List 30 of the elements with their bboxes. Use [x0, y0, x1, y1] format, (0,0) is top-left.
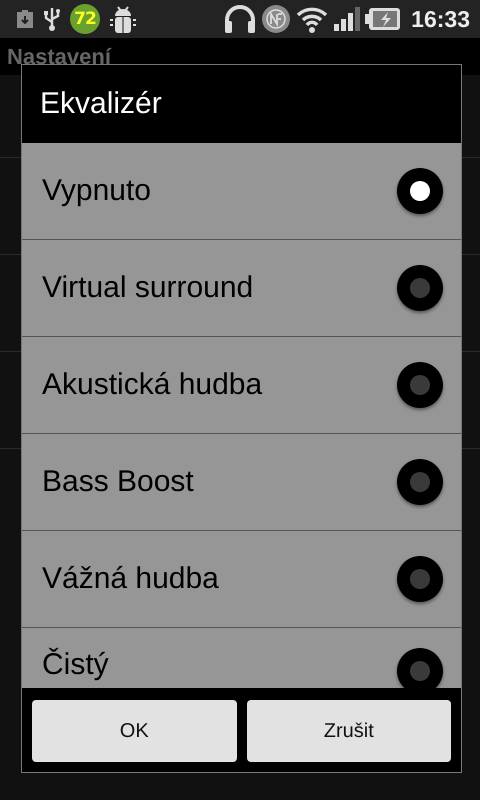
option-row[interactable]: Vážná hudba [22, 531, 461, 628]
signal-icon [333, 6, 362, 32]
badge: 72 [70, 4, 100, 34]
clock: 16:33 [411, 6, 470, 32]
radio-button[interactable] [397, 362, 443, 408]
radio-button[interactable] [397, 556, 443, 602]
option-row[interactable]: Vypnuto [22, 143, 461, 240]
radio-button[interactable] [397, 459, 443, 505]
dialog-title: Ekvalizér [40, 87, 162, 121]
option-row[interactable]: Akustická hudba [22, 337, 461, 434]
radio-button[interactable] [397, 648, 443, 688]
option-row[interactable]: Virtual surround [22, 240, 461, 337]
app-title: Nastavení [7, 44, 111, 70]
dialog-button[interactable]: OK [32, 700, 236, 762]
option-label: Bass Boost [42, 465, 194, 499]
usb-icon [42, 6, 62, 32]
headphones-icon [223, 4, 258, 34]
option-row[interactable]: Čistý [22, 628, 461, 688]
battery-icon [365, 7, 402, 31]
nfc-icon [261, 4, 292, 34]
radio-button[interactable] [397, 168, 443, 214]
option-label: Virtual surround [42, 271, 254, 305]
option-label: Akustická hudba [42, 368, 262, 402]
option-row[interactable]: Bass Boost [22, 434, 461, 531]
option-label: Čistý [42, 648, 109, 682]
radio-button[interactable] [397, 265, 443, 311]
download-icon [16, 9, 34, 29]
option-label: Vypnuto [42, 174, 151, 208]
dialog-button[interactable]: Zrušit [246, 700, 451, 762]
option-label: Vážná hudba [42, 562, 219, 596]
